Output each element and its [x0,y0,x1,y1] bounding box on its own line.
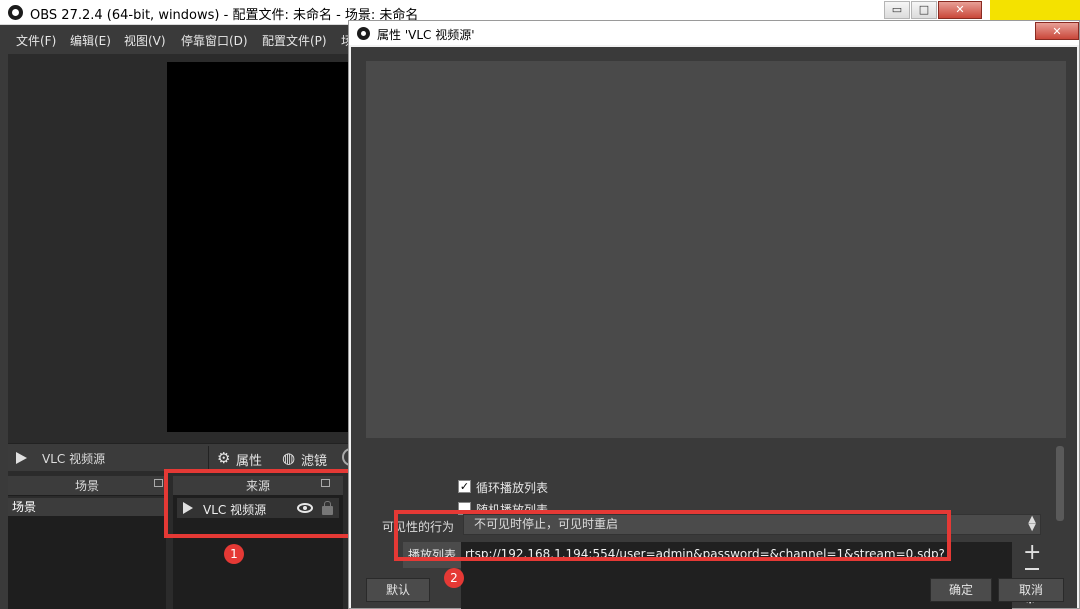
filters-button[interactable]: ◍ 滤镜 [274,446,332,470]
add-playlist-item-button[interactable]: + [1023,542,1041,564]
dialog-titlebar: 属性 'VLC 视频源' ✕ [349,21,1079,45]
dock-float-icon[interactable] [154,479,163,487]
dialog-title: 属性 'VLC 视频源' [377,28,475,42]
annotation-badge-1: 1 [224,544,244,564]
scenes-dock-title: 场景 [74,479,99,493]
menu-edit[interactable]: 编辑(E) [70,32,111,49]
annotation-badge-2: 2 [444,568,464,588]
scenes-list [8,516,166,609]
highlight-box-playlist [394,510,951,561]
scene-list-item[interactable]: 场景 [8,498,166,516]
background-window-edge [990,0,1080,20]
selected-source-name: VLC 视频源 [42,452,106,466]
obs-logo-icon [8,5,23,20]
properties-button[interactable]: ⚙ 属性 [208,446,274,470]
loop-playlist-label: 循环播放列表 [476,481,549,495]
checkbox-checked[interactable]: ✓ [458,480,471,493]
scenes-dock: 场景 场景 [8,476,166,609]
scenes-dock-header: 场景 [8,476,166,496]
preview-canvas[interactable] [167,62,352,432]
filters-label: 滤镜 [301,454,328,469]
play-icon[interactable] [16,452,27,464]
menu-file[interactable]: 文件(F) [16,32,56,49]
menu-docks[interactable]: 停靠窗口(D) [181,32,248,49]
ok-button[interactable]: 确定 [930,578,992,602]
menu-view[interactable]: 视图(V) [124,32,166,49]
updown-arrows-icon: ▲ ▼ [1028,514,1036,533]
close-button[interactable]: ✕ [938,1,982,19]
properties-scrollbar[interactable] [1056,446,1064,521]
dialog-close-button[interactable]: ✕ [1035,22,1079,40]
minimize-button[interactable]: ▭ [884,1,910,19]
menu-bar: 文件(F) 编辑(E) 视图(V) 停靠窗口(D) 配置文件(P) 场 [8,28,353,52]
menu-profile[interactable]: 配置文件(P) [262,32,327,49]
gear-icon: ⚙ [217,449,231,467]
cancel-button[interactable]: 取消 [998,578,1064,602]
source-preview [366,61,1066,438]
highlight-box-sources [164,469,352,538]
maximize-button[interactable]: □ [911,1,937,19]
remove-playlist-item-button[interactable] [1025,568,1039,570]
filter-icon: ◍ [282,449,296,467]
source-toolbar: VLC 视频源 ⚙ 属性 ◍ 滤镜 [8,443,356,471]
defaults-button[interactable]: 默认 [366,578,430,602]
properties-label: 属性 [236,454,263,469]
obs-logo-icon [357,27,370,40]
